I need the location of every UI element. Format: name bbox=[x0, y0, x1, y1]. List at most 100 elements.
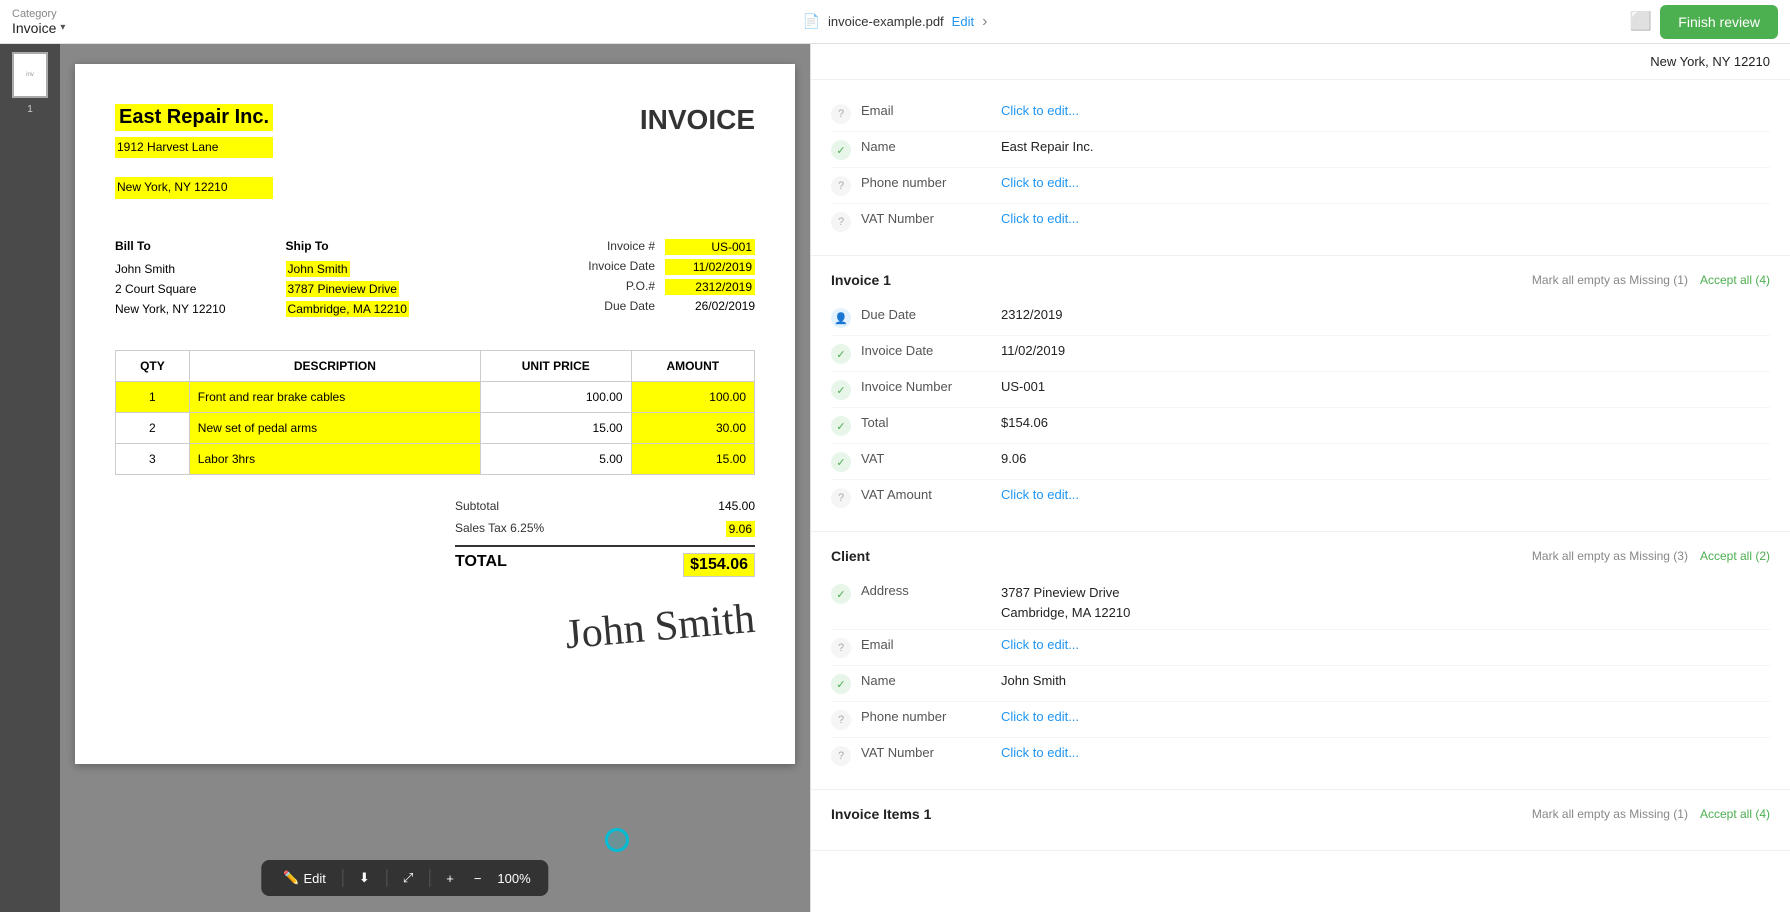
total-label: Total bbox=[861, 415, 991, 430]
accept-all-invoice[interactable]: Accept all (4) bbox=[1700, 273, 1770, 287]
mark-missing-items[interactable]: Mark all empty as Missing (1) bbox=[1532, 807, 1688, 821]
ship-to-label: Ship To bbox=[286, 239, 409, 253]
pdf-panel: inv 1 East Repair Inc. 1912 Harvest Lane… bbox=[0, 44, 810, 912]
subtotal-value: 145.00 bbox=[718, 499, 755, 513]
vendor-vat-row: ? VAT Number Click to edit... bbox=[831, 204, 1770, 239]
col-desc: DESCRIPTION bbox=[189, 350, 480, 381]
client-phone-row: ? Phone number Click to edit... bbox=[831, 702, 1770, 738]
total-field-row: ✓ Total $154.06 bbox=[831, 408, 1770, 444]
question-icon: ? bbox=[831, 746, 851, 766]
accept-all-items[interactable]: Accept all (4) bbox=[1700, 807, 1770, 821]
vat-value: 9.06 bbox=[1001, 451, 1770, 466]
client-email-label: Email bbox=[861, 637, 991, 652]
edit-button[interactable]: ✏️ Edit bbox=[275, 866, 334, 890]
client-email-row: ? Email Click to edit... bbox=[831, 630, 1770, 666]
vat-amount-value[interactable]: Click to edit... bbox=[1001, 487, 1770, 502]
pdf-icon: 📄 bbox=[803, 13, 820, 30]
col-qty: QTY bbox=[116, 350, 190, 381]
table-row: 2 New set of pedal arms 15.00 30.00 bbox=[116, 412, 755, 443]
due-date-field-value: 2312/2019 bbox=[1001, 307, 1770, 322]
col-unit: UNIT PRICE bbox=[481, 350, 632, 381]
finish-review-button[interactable]: Finish review bbox=[1660, 5, 1778, 39]
page-number: 1 bbox=[27, 104, 33, 115]
edit-link[interactable]: Edit bbox=[952, 14, 974, 29]
right-panel: New York, NY 12210 ? Email Click to edit… bbox=[810, 44, 1790, 912]
inv-num-label: Invoice Number bbox=[861, 379, 991, 394]
minus-icon: − bbox=[474, 871, 482, 886]
vendor-vat-value[interactable]: Click to edit... bbox=[1001, 211, 1770, 226]
address-line1: 1912 Harvest Lane bbox=[115, 137, 273, 158]
fullscreen-button[interactable]: ⤢ bbox=[395, 866, 421, 890]
vendor-vat-label: VAT Number bbox=[861, 211, 991, 226]
zoom-in-button[interactable]: + bbox=[438, 867, 462, 890]
table-row: 1 Front and rear brake cables 100.00 100… bbox=[116, 381, 755, 412]
client-address-label: Address bbox=[861, 583, 991, 598]
total-value: $154.06 bbox=[1001, 415, 1770, 430]
ship-to-col: Ship To John Smith 3787 Pineview Drive C… bbox=[286, 239, 409, 320]
zoom-out-button[interactable]: − bbox=[466, 867, 490, 890]
fullscreen-icon: ⤢ bbox=[403, 870, 413, 886]
check-icon: ✓ bbox=[831, 380, 851, 400]
download-button[interactable]: ⬇ bbox=[351, 866, 378, 890]
toolbar-separator bbox=[342, 869, 343, 887]
top-address: New York, NY 12210 bbox=[811, 44, 1790, 80]
company-address: 1912 Harvest Lane New York, NY 12210 bbox=[115, 137, 273, 199]
topbar: Category Invoice ▾ 📄 invoice-example.pdf… bbox=[0, 0, 1790, 44]
tax-value: 9.06 bbox=[726, 521, 755, 537]
vendor-email-value[interactable]: Click to edit... bbox=[1001, 103, 1770, 118]
grand-total-row: TOTAL $154.06 bbox=[455, 545, 755, 583]
pdf-sidebar: inv 1 bbox=[0, 44, 60, 912]
client-phone-value[interactable]: Click to edit... bbox=[1001, 709, 1770, 724]
bill-to-col: Bill To John Smith 2 Court Square New Yo… bbox=[115, 239, 226, 320]
inv-num-field-row: ✓ Invoice Number US-001 bbox=[831, 372, 1770, 408]
mark-missing-invoice[interactable]: Mark all empty as Missing (1) bbox=[1532, 273, 1688, 287]
vendor-email-label: Email bbox=[861, 103, 991, 118]
invoice-num-label: Invoice # bbox=[607, 239, 655, 255]
invoice-title: INVOICE bbox=[640, 104, 755, 136]
due-date-value: 26/02/2019 bbox=[665, 299, 755, 313]
category-label: Category bbox=[12, 8, 65, 20]
client-email-value[interactable]: Click to edit... bbox=[1001, 637, 1770, 652]
table-row: 3 Labor 3hrs 5.00 15.00 bbox=[116, 443, 755, 474]
po-value: 2312/2019 bbox=[665, 279, 755, 295]
download-icon: ⬇ bbox=[359, 870, 370, 886]
signature-area: John Smith bbox=[115, 603, 755, 651]
inv-date-value: 11/02/2019 bbox=[1001, 343, 1770, 358]
po-row: P.O.# 2312/2019 bbox=[588, 279, 755, 295]
vat-amount-label: VAT Amount bbox=[861, 487, 991, 502]
invoice-date-label: Invoice Date bbox=[588, 259, 655, 275]
invoice-num-value: US-001 bbox=[665, 239, 755, 255]
vendor-name-value: East Repair Inc. bbox=[1001, 139, 1770, 154]
category-title: Invoice bbox=[12, 20, 56, 36]
bill-to-info: John Smith 2 Court Square New York, NY 1… bbox=[115, 259, 226, 320]
due-date-label: Due Date bbox=[861, 307, 991, 322]
question-icon: ? bbox=[831, 104, 851, 124]
client-name-value: John Smith bbox=[1001, 673, 1770, 688]
tax-label: Sales Tax 6.25% bbox=[455, 521, 544, 537]
bill-to-label: Bill To bbox=[115, 239, 226, 253]
vendor-phone-label: Phone number bbox=[861, 175, 991, 190]
mark-missing-client[interactable]: Mark all empty as Missing (3) bbox=[1532, 549, 1688, 563]
vendor-phone-value[interactable]: Click to edit... bbox=[1001, 175, 1770, 190]
question-icon: ? bbox=[831, 212, 851, 232]
invoice-details: Invoice # US-001 Invoice Date 11/02/2019… bbox=[588, 239, 755, 320]
address-line2: New York, NY 12210 bbox=[115, 177, 273, 198]
monitor-icon: ⬜ bbox=[1630, 11, 1652, 32]
pdf-toolbar: ✏️ Edit ⬇ ⤢ + − 100% bbox=[261, 860, 548, 896]
chevron-down-icon: ▾ bbox=[60, 22, 65, 33]
nav-arrow-right[interactable]: › bbox=[982, 13, 987, 31]
grand-total-value: $154.06 bbox=[683, 553, 755, 577]
check-icon: ✓ bbox=[831, 416, 851, 436]
check-icon: ✓ bbox=[831, 344, 851, 364]
question-icon: ? bbox=[831, 638, 851, 658]
category-dropdown[interactable]: Category Invoice ▾ bbox=[12, 8, 65, 36]
topbar-left: Category Invoice ▾ bbox=[12, 8, 212, 36]
accept-all-client[interactable]: Accept all (2) bbox=[1700, 549, 1770, 563]
pdf-thumbnail[interactable]: inv bbox=[12, 52, 48, 98]
vat-label: VAT bbox=[861, 451, 991, 466]
client-vat-value[interactable]: Click to edit... bbox=[1001, 745, 1770, 760]
pdf-viewer[interactable]: East Repair Inc. 1912 Harvest Lane New Y… bbox=[60, 44, 810, 912]
vendor-name-label: Name bbox=[861, 139, 991, 154]
invoice-items-title: Invoice Items 1 bbox=[831, 806, 931, 822]
po-label: P.O.# bbox=[626, 279, 655, 295]
